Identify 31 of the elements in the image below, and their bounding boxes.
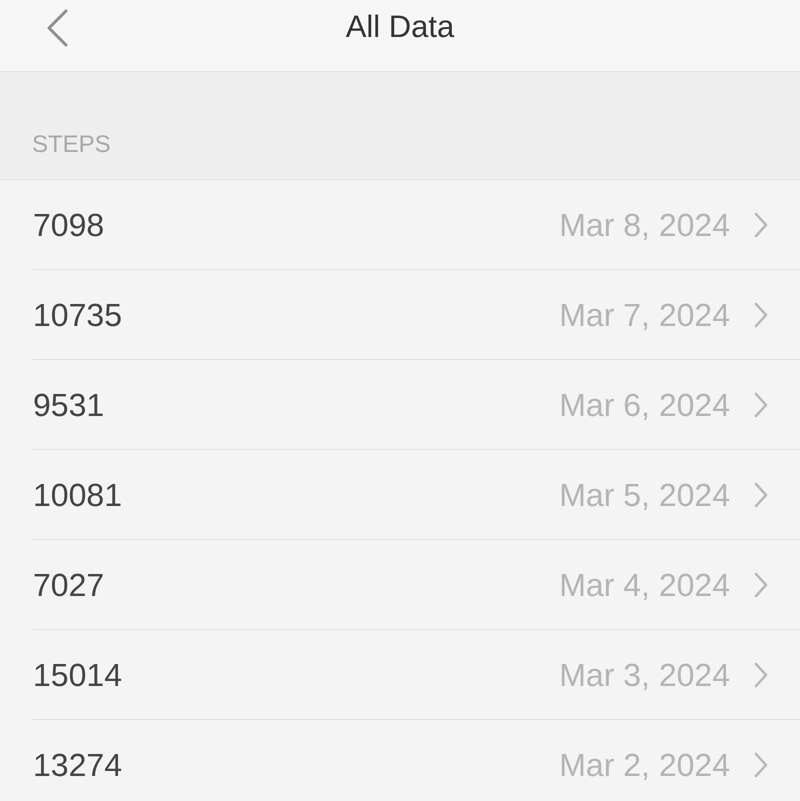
- step-count: 9531: [33, 386, 106, 424]
- row-date: Mar 6, 2024: [559, 386, 730, 424]
- section-title: STEPS: [32, 130, 111, 160]
- data-row[interactable]: 9531 Mar 6, 2024: [33, 360, 800, 450]
- data-row[interactable]: 7027 Mar 4, 2024: [33, 540, 800, 630]
- row-date: Mar 2, 2024: [559, 746, 730, 784]
- row-date: Mar 7, 2024: [559, 296, 730, 334]
- step-count: 15014: [33, 656, 123, 694]
- step-count: 10735: [33, 296, 123, 334]
- row-date: Mar 5, 2024: [559, 476, 730, 514]
- data-row[interactable]: 15014 Mar 3, 2024: [33, 630, 800, 720]
- data-row[interactable]: 7098 Mar 8, 2024: [33, 180, 800, 270]
- step-count: 7027: [33, 566, 106, 604]
- chevron-right-icon: [754, 392, 768, 418]
- page-title: All Data: [346, 8, 454, 46]
- step-count: 13274: [33, 746, 123, 784]
- step-count: 10081: [33, 476, 123, 514]
- data-row[interactable]: 10081 Mar 5, 2024: [33, 450, 800, 540]
- data-row[interactable]: 10735 Mar 7, 2024: [33, 270, 800, 360]
- row-date: Mar 8, 2024: [559, 206, 730, 244]
- chevron-right-icon: [754, 752, 768, 778]
- step-count: 7098: [33, 206, 106, 244]
- chevron-right-icon: [754, 482, 768, 508]
- chevron-left-icon: [45, 9, 69, 47]
- chevron-right-icon: [754, 572, 768, 598]
- chevron-right-icon: [754, 302, 768, 328]
- chevron-right-icon: [754, 662, 768, 688]
- chevron-right-icon: [754, 212, 768, 238]
- row-date: Mar 4, 2024: [559, 566, 730, 604]
- data-row[interactable]: 13274 Mar 2, 2024: [33, 720, 800, 801]
- row-date: Mar 3, 2024: [559, 656, 730, 694]
